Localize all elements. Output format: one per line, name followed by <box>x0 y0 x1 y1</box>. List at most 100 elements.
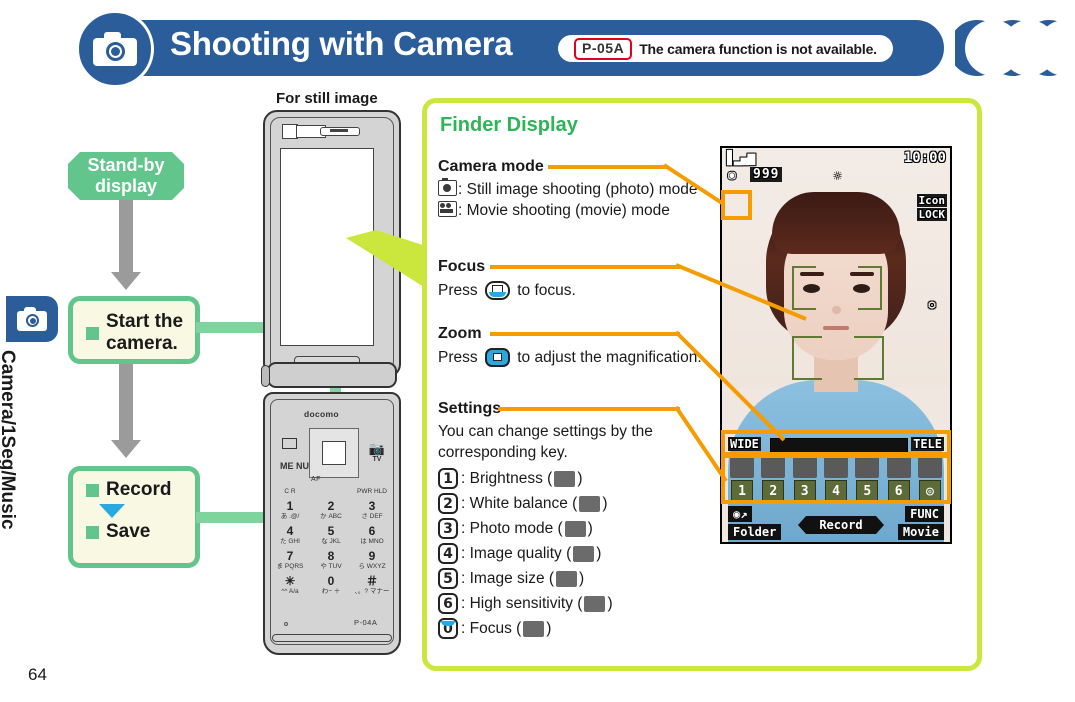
softkey-row: ◉↗ Folder Record FUNC Movie <box>726 506 946 540</box>
still-photo-icon <box>438 178 457 196</box>
focus-icon <box>523 620 545 637</box>
settings-item: 6 : High sensitivity ( ) <box>438 591 728 616</box>
down-triangle-icon <box>99 504 125 518</box>
af-frame-corner <box>792 350 822 380</box>
settings-item-label: : Focus ( <box>461 619 522 637</box>
flow-arrow-shaft <box>119 364 133 446</box>
phone-key-sub: 、。? マナー <box>354 588 390 595</box>
settings-item-close: ) <box>602 494 608 512</box>
phone-key-sub: な JKL <box>321 538 341 545</box>
settings-item: 4 : Image quality ( ) <box>438 541 728 566</box>
softkey-func[interactable]: FUNC <box>905 506 944 522</box>
callout-line-camera-mode <box>548 165 668 169</box>
flow-arrow-shaft <box>119 200 133 278</box>
settings-item-close: ) <box>607 594 613 612</box>
softkey-record[interactable]: Record <box>798 516 884 534</box>
model-badge: P-05A <box>574 37 633 60</box>
settings-item-label: : High sensitivity ( <box>461 594 583 612</box>
settings-item-label: : Image size ( <box>461 569 555 587</box>
phone-key-main: 3 <box>368 499 376 513</box>
brightness-icon <box>554 470 576 487</box>
softkey-movie[interactable]: Movie <box>897 524 944 540</box>
phone-key-main: 8 <box>327 549 335 563</box>
camera-mode-photo-text: : Still image shooting (photo) mode <box>458 181 698 198</box>
signal-battery-icon: ▋▂▄▆ <box>727 151 755 166</box>
settings-item-close: ) <box>577 469 583 487</box>
settings-item-label: : Brightness ( <box>461 469 553 487</box>
phone-key-sub: あ .@/ <box>280 513 300 520</box>
phone-end-key: PWR HLD <box>357 488 387 495</box>
settings-item-label: : Photo mode ( <box>461 519 563 537</box>
phone-keypad: C R PWR HLD 1あ .@/ 2か ABC 3さ DEF 4た GHI … <box>270 488 392 600</box>
phone-illustration: docomo ME NU AF 📷 TV C R PWR HLD 1あ .@/ … <box>258 110 408 655</box>
header-chevron-decoration <box>955 20 1075 76</box>
focus-text-before: Press <box>438 282 478 299</box>
center-select-key-icon <box>484 281 510 300</box>
bullet-square <box>86 525 99 539</box>
phone-key-row: ✳ ^^ A/a 0 わ− ＋ ＃、。? マナー <box>270 575 392 596</box>
settings-item-label: : White balance ( <box>461 494 578 512</box>
phone-call-key: C R <box>284 488 296 495</box>
callout-diagonal-settings <box>676 405 728 483</box>
numeric-key-3: 3 <box>438 518 458 539</box>
phone-caption: For still image <box>276 90 378 107</box>
settings-item-close: ) <box>587 519 593 537</box>
camera-folder-icon[interactable]: ◉↗ <box>728 506 753 522</box>
phone-brand-logo: docomo <box>304 409 339 419</box>
camera-icon: 📷 <box>368 441 386 456</box>
page-number: 64 <box>28 665 47 684</box>
af-frame-corner <box>854 350 884 380</box>
flow-step-label: Start the camera. <box>106 311 184 354</box>
callout-diagonal-focus <box>676 263 807 321</box>
clock-display: 10:00 <box>903 150 946 166</box>
zoom-text-before: Press <box>438 349 478 366</box>
page-header: Shooting with Camera P-05A The camera fu… <box>0 8 1075 88</box>
callout-line-focus <box>490 265 680 269</box>
softkey-folder[interactable]: Folder <box>728 524 782 540</box>
numeric-key-4: 4 <box>438 543 458 564</box>
camera-icon <box>93 32 137 66</box>
phone-key-sub: さ DEF <box>361 513 383 520</box>
photo-mode-normal-icon <box>564 520 586 537</box>
phone-key-main: ✳ <box>284 574 296 588</box>
numeric-key-2: 2 <box>438 493 458 514</box>
finder-panel-title: Finder Display <box>440 114 578 136</box>
phone-key-row-top: C R PWR HLD <box>270 488 392 496</box>
numeric-key-5: 5 <box>438 568 458 589</box>
macro-icon: ⚙ <box>928 298 936 313</box>
self-timer-icon: ☼ <box>834 169 842 183</box>
settings-item-close: ) <box>579 569 585 587</box>
numeric-key-0: 0 <box>438 618 458 639</box>
numeric-key-1: 1 <box>438 468 458 489</box>
settings-description: You can change settings by the correspon… <box>438 423 653 461</box>
settings-item: 5 : Image size ( ) <box>438 566 728 591</box>
flow-step-label-record: Record <box>106 479 172 500</box>
still-photo-icon: ◉ <box>728 168 736 183</box>
phone-camera-key: 📷 TV <box>368 442 386 466</box>
settings-key-list: 1 : Brightness ( ) 2 : White balance ( )… <box>438 466 728 641</box>
zoom-text-after: to adjust the magnification. <box>517 349 702 366</box>
phone-key-sub: は MNO <box>360 538 384 545</box>
model-note-pill: P-05A The camera function is not availab… <box>558 35 893 62</box>
callout-box-settings <box>721 454 951 504</box>
white-balance-auto-icon <box>579 495 601 512</box>
phone-key-main: ＃ <box>365 574 378 588</box>
icon-lock-label-2: LOCK <box>916 208 947 221</box>
camera-mode-movie-text: : Movie shooting (movie) mode <box>458 202 670 219</box>
callout-line-zoom <box>490 332 680 336</box>
movie-camera-icon <box>438 201 457 217</box>
phone-key-row: 4た GHI 5な JKL 6は MNO <box>270 525 392 546</box>
phone-key-sub: わ− ＋ <box>321 588 341 595</box>
flow-step-start-camera: Start the camera. <box>68 296 200 364</box>
phone-key-sub: た GHI <box>280 538 300 545</box>
phone-key-sub: か ABC <box>320 513 342 520</box>
flow-step-record-save: Record Save <box>68 466 200 568</box>
phone-microphone <box>284 622 288 626</box>
chapter-tab-icon <box>6 296 58 342</box>
phone-key-main: 1 <box>286 499 294 513</box>
four-way-key-icon <box>484 348 510 367</box>
settings-item: 3 : Photo mode ( ) <box>438 516 728 541</box>
settings-item-close: ) <box>596 544 602 562</box>
callout-line-settings <box>498 407 680 411</box>
phone-key-main: 9 <box>368 549 376 563</box>
